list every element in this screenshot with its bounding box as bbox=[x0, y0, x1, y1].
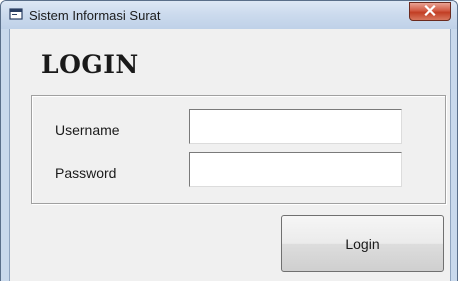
password-input[interactable] bbox=[189, 152, 402, 187]
client-area: LOGIN Username Password Login bbox=[9, 29, 451, 281]
login-heading: LOGIN bbox=[41, 50, 139, 79]
username-input[interactable] bbox=[189, 109, 402, 144]
login-button[interactable]: Login bbox=[281, 215, 444, 272]
window-title: Sistem Informasi Surat bbox=[29, 8, 161, 23]
window-icon bbox=[9, 7, 23, 21]
close-button[interactable] bbox=[409, 2, 451, 21]
login-window: Sistem Informasi Surat LOGIN Username Pa… bbox=[0, 0, 458, 281]
title-bar[interactable]: Sistem Informasi Surat bbox=[1, 1, 457, 29]
credentials-frame: Username Password bbox=[31, 95, 446, 204]
close-icon bbox=[424, 3, 436, 21]
password-label: Password bbox=[55, 165, 117, 181]
username-label: Username bbox=[55, 122, 120, 138]
